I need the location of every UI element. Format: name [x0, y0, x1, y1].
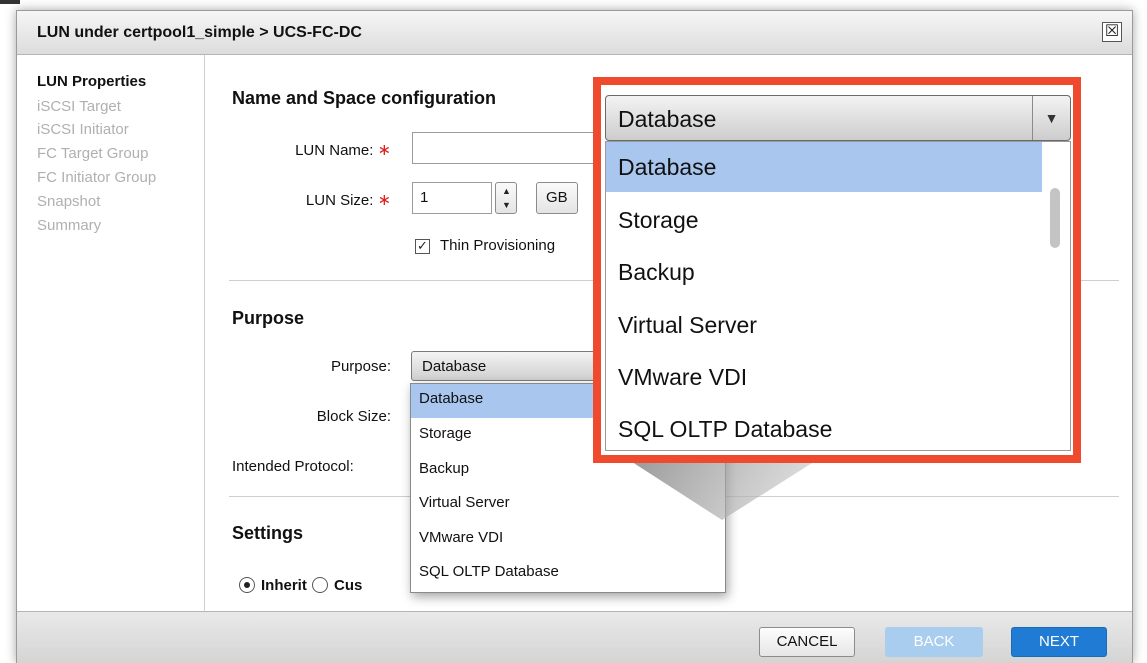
block-size-label: Block Size: — [316, 408, 391, 425]
purpose-section-title: Purpose — [232, 308, 305, 328]
intended-protocol-label: Intended Protocol: — [232, 458, 354, 475]
custom-radio[interactable] — [312, 577, 328, 593]
lun-size-label: LUN Size: ∗ — [305, 192, 391, 209]
lun-name-label: LUN Name: ∗ — [295, 142, 391, 159]
size-unit-select[interactable]: GB — [536, 182, 578, 214]
step-fc-target-group[interactable]: FC Target Group — [37, 145, 148, 162]
name-space-section-title: Name and Space configuration — [232, 88, 497, 108]
custom-label: Cus — [334, 577, 363, 594]
zoom-option-virtual-server[interactable]: Virtual Server — [606, 300, 1042, 350]
step-fc-initiator-group[interactable]: FC Initiator Group — [37, 169, 156, 186]
cancel-button[interactable]: CANCEL — [759, 627, 855, 657]
settings-section-title: Settings — [232, 523, 304, 543]
required-marker: ∗ — [377, 192, 391, 209]
dialog-titlebar: LUN under certpool1_simple > UCS-FC-DC ☒ — [17, 11, 1132, 55]
thin-provisioning-label: Thin Provisioning — [440, 237, 556, 254]
zoom-option-backup[interactable]: Backup — [606, 247, 1042, 297]
purpose-option-sql-oltp[interactable]: SQL OLTP Database — [411, 557, 725, 591]
back-button[interactable]: BACK — [885, 627, 983, 657]
wizard-steps-sidebar: LUN Properties iSCSI Target iSCSI Initia… — [17, 55, 205, 611]
zoom-option-storage[interactable]: Storage — [606, 195, 1042, 245]
dialog-title: LUN under certpool1_simple > UCS-FC-DC — [37, 24, 362, 41]
step-summary[interactable]: Summary — [37, 217, 101, 234]
required-marker: ∗ — [377, 142, 391, 159]
zoom-list-scrollbar[interactable] — [1050, 188, 1060, 248]
step-lun-properties[interactable]: LUN Properties — [37, 73, 146, 90]
lun-size-input[interactable]: 1 — [412, 182, 492, 214]
next-button[interactable]: NEXT — [1011, 627, 1107, 657]
window-corner-mark — [0, 0, 20, 4]
inherit-radio[interactable] — [239, 577, 255, 593]
inherit-label: Inherit — [261, 577, 307, 594]
lun-size-stepper[interactable]: ▲ ▼ — [495, 182, 517, 214]
thin-provisioning-checkbox[interactable]: ✓ — [415, 239, 430, 254]
lun-name-input[interactable] — [412, 132, 612, 164]
zoom-option-vmware-vdi[interactable]: VMware VDI — [606, 352, 1042, 402]
chevron-down-icon[interactable]: ▼ — [1032, 96, 1070, 140]
zoom-callout-frame: Database ▼ Database Storage Backup Virtu… — [593, 77, 1081, 463]
purpose-option-virtual-server[interactable]: Virtual Server — [411, 488, 725, 522]
purpose-label: Purpose: — [330, 358, 391, 375]
dialog-footer: CANCEL BACK NEXT — [17, 611, 1132, 663]
step-iscsi-target[interactable]: iSCSI Target — [37, 98, 121, 115]
purpose-option-vmware-vdi[interactable]: VMware VDI — [411, 523, 725, 557]
step-snapshot[interactable]: Snapshot — [37, 193, 100, 210]
zoom-select-value: Database — [618, 106, 717, 132]
stepper-up-icon[interactable]: ▲ — [502, 186, 511, 196]
close-button[interactable]: ☒ — [1102, 22, 1122, 42]
zoom-option-database[interactable]: Database — [606, 142, 1042, 192]
zoom-option-sql-oltp[interactable]: SQL OLTP Database — [606, 404, 1042, 450]
zoom-option-list: Database Storage Backup Virtual Server V… — [605, 141, 1071, 451]
zoom-purpose-select[interactable]: Database ▼ — [605, 95, 1071, 141]
stepper-down-icon[interactable]: ▼ — [502, 200, 511, 210]
step-iscsi-initiator[interactable]: iSCSI Initiator — [37, 121, 129, 138]
